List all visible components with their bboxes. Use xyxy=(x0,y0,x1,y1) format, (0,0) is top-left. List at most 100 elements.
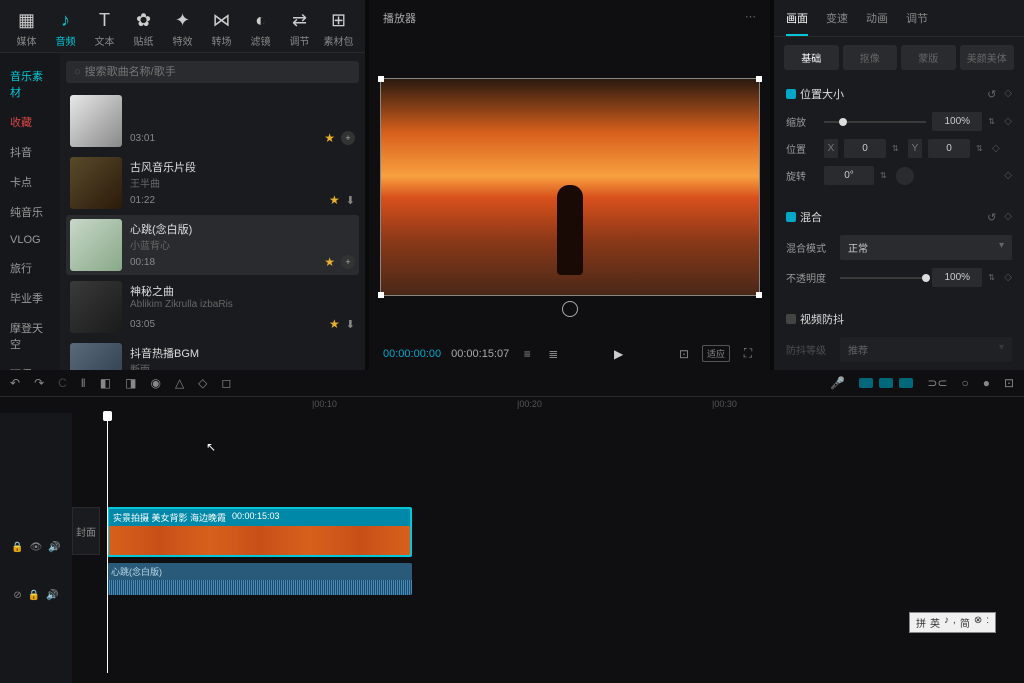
sub-tab-2[interactable]: 蒙版 xyxy=(901,45,956,70)
tool-2[interactable]: T文本 xyxy=(86,10,123,48)
search-input[interactable] xyxy=(85,66,351,78)
tool-6[interactable]: ◐滤镜 xyxy=(242,10,279,48)
rotation-keyframe[interactable]: ◇ xyxy=(1004,170,1012,181)
opacity-keyframe[interactable]: ◇ xyxy=(1004,272,1012,283)
magnet-2[interactable] xyxy=(879,378,893,388)
tool-7[interactable]: ⇄调节 xyxy=(281,10,318,48)
scale-input[interactable] xyxy=(932,112,982,131)
music-item[interactable]: 抖音热播BGM 断雨 xyxy=(66,339,359,370)
right-tab-1[interactable]: 变速 xyxy=(826,10,848,36)
focus-icon[interactable]: ⊡ xyxy=(676,347,692,361)
tool-3[interactable]: ✿贴纸 xyxy=(125,10,162,48)
ime-bar[interactable]: 拼英♪,简⊗: xyxy=(909,612,996,633)
eye-icon[interactable]: 👁 xyxy=(30,542,43,553)
scale-spinner[interactable]: ⇅ xyxy=(988,117,998,126)
lock2-icon[interactable]: 🔒 xyxy=(28,590,40,601)
ime-char[interactable]: ⊗ xyxy=(974,615,982,630)
tool-5[interactable]: ⋈转场 xyxy=(203,10,240,48)
volume-icon[interactable]: ≡ xyxy=(519,347,535,361)
sidebar-item-2[interactable]: 卡点 xyxy=(0,167,60,197)
sub-tab-3[interactable]: 美颜美体 xyxy=(960,45,1015,70)
crop-icon[interactable]: ◻ xyxy=(221,376,231,390)
audio-track-header[interactable]: ⊘ 🔒 🔊 xyxy=(0,571,72,619)
star-icon[interactable]: ★ xyxy=(329,193,340,207)
sidebar-item-5[interactable]: 旅行 xyxy=(0,253,60,283)
zoom-slider[interactable]: ● xyxy=(983,376,990,390)
video-clip[interactable]: 实景拍摄 美女背影 海边晚霞 00:00:15:03 xyxy=(107,507,412,557)
blend-checkbox[interactable] xyxy=(786,212,796,222)
ime-char[interactable]: 简 xyxy=(960,615,970,630)
position-keyframe[interactable]: ◇ xyxy=(992,143,1000,154)
sidebar-item-6[interactable]: 毕业季 xyxy=(0,283,60,313)
blend-mode-select[interactable]: 正常▾ xyxy=(840,235,1012,260)
tool-0[interactable]: ▦媒体 xyxy=(8,10,45,48)
audio-clip[interactable]: 心跳(念白版) xyxy=(107,563,412,595)
video-track-header[interactable]: 🔒 👁 🔊 xyxy=(0,523,72,571)
freeze-icon[interactable]: ◉ xyxy=(150,376,160,390)
split-icon[interactable]: C xyxy=(58,376,67,390)
star-icon[interactable]: ★ xyxy=(324,255,335,269)
music-item[interactable]: 03:01 ★ + xyxy=(66,91,359,151)
undo-icon[interactable]: ↶ xyxy=(10,376,20,390)
delete-left-icon[interactable]: ◧ xyxy=(100,376,111,390)
music-item[interactable]: 心跳(念白版) 小蓝背心 00:18 ★ + xyxy=(66,215,359,275)
tool-8[interactable]: ⊞素材包 xyxy=(320,10,357,48)
blend-keyframe-icon[interactable]: ◇ xyxy=(1004,211,1012,224)
keyframe-icon[interactable]: ◇ xyxy=(1004,88,1012,101)
sidebar-item-7[interactable]: 摩登天空 xyxy=(0,313,60,359)
add-icon[interactable]: + xyxy=(341,255,355,269)
reset-icon[interactable]: ↺ xyxy=(987,88,996,101)
blend-reset-icon[interactable]: ↺ xyxy=(987,211,996,224)
ime-char[interactable]: 拼 xyxy=(916,615,926,630)
list-icon[interactable]: ≣ xyxy=(545,347,561,361)
reset-transform-icon[interactable] xyxy=(562,301,578,317)
zoom-out-icon[interactable]: ○ xyxy=(961,376,968,390)
add-icon[interactable]: + xyxy=(341,131,355,145)
magnet-3[interactable] xyxy=(899,378,913,388)
opacity-input[interactable] xyxy=(932,268,982,287)
mute-icon[interactable]: 🔊 xyxy=(48,542,60,553)
delete-right-icon[interactable]: ◨ xyxy=(125,376,136,390)
opacity-slider[interactable] xyxy=(840,277,926,279)
download-icon[interactable]: ⬇ xyxy=(346,194,355,207)
position-size-checkbox[interactable] xyxy=(786,89,796,99)
lock-icon[interactable]: ⊘ xyxy=(13,590,21,601)
lock-icon[interactable]: 🔒 xyxy=(11,542,23,553)
position-y-input[interactable] xyxy=(928,139,970,158)
search-box[interactable]: ○ xyxy=(66,61,359,83)
sidebar-item-8[interactable]: 环保 xyxy=(0,359,60,370)
play-button[interactable]: ▶ xyxy=(571,347,666,361)
sidebar-item-0[interactable]: 收藏 xyxy=(0,107,60,137)
link-icon[interactable]: ⊃⊂ xyxy=(927,376,947,390)
ime-char[interactable]: 英 xyxy=(930,615,940,630)
tool-4[interactable]: ✦特效 xyxy=(164,10,201,48)
download-icon[interactable]: ⬇ xyxy=(346,318,355,331)
zoom-fit-icon[interactable]: ⊡ xyxy=(1004,376,1014,390)
playhead[interactable] xyxy=(107,413,108,673)
ratio-select[interactable]: 适应 xyxy=(702,345,730,362)
timeline-ruler[interactable]: |00:10 |00:20 |00:30 xyxy=(72,397,1024,413)
right-tab-3[interactable]: 调节 xyxy=(906,10,928,36)
ime-char[interactable]: , xyxy=(953,615,956,630)
star-icon[interactable]: ★ xyxy=(324,131,335,145)
redo-icon[interactable]: ↷ xyxy=(34,376,44,390)
rotate-icon[interactable]: ◇ xyxy=(198,376,207,390)
more-icon[interactable]: ⋯ xyxy=(745,10,756,26)
stabilize-checkbox[interactable] xyxy=(786,314,796,324)
right-tab-2[interactable]: 动画 xyxy=(866,10,888,36)
cover-button[interactable]: 封面 xyxy=(72,507,100,555)
rotation-input[interactable] xyxy=(824,166,874,185)
scale-keyframe[interactable]: ◇ xyxy=(1004,116,1012,127)
tool-1[interactable]: ♪音频 xyxy=(47,10,84,48)
right-tab-0[interactable]: 画面 xyxy=(786,10,808,36)
sidebar-item-3[interactable]: 纯音乐 xyxy=(0,197,60,227)
fullscreen-icon[interactable]: ⛶ xyxy=(740,346,756,361)
preview-frame[interactable] xyxy=(380,78,760,296)
scale-slider[interactable] xyxy=(824,121,926,123)
music-item[interactable]: 古风音乐片段 王半曲 01:22 ★ ⬇ xyxy=(66,153,359,213)
sub-tab-0[interactable]: 基础 xyxy=(784,45,839,70)
sub-tab-1[interactable]: 抠像 xyxy=(843,45,898,70)
cut-icon[interactable]: ‖ xyxy=(81,376,86,390)
star-icon[interactable]: ★ xyxy=(329,317,340,331)
rotation-wheel[interactable] xyxy=(896,167,914,185)
